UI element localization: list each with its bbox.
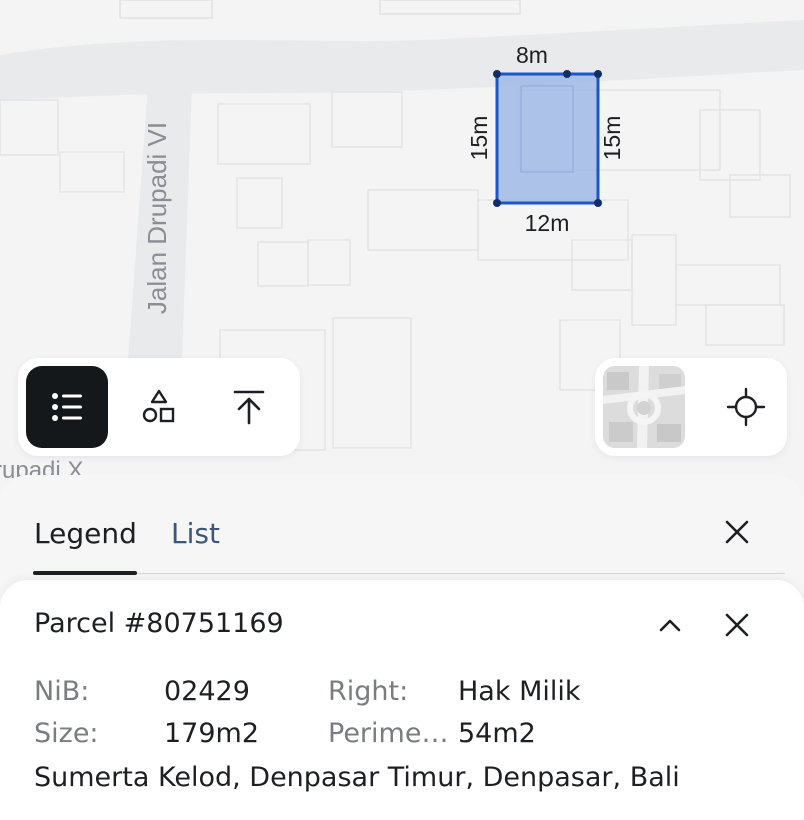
tab-list[interactable]: List — [171, 517, 220, 550]
perimeter-label: Perimeter: — [328, 718, 452, 749]
close-icon — [725, 520, 749, 544]
legend-tool-button[interactable] — [26, 366, 108, 448]
collapse-card-button[interactable] — [653, 608, 687, 642]
size-label: Size: — [34, 718, 99, 749]
tab-legend[interactable]: Legend — [34, 517, 137, 550]
measure-top: 8m — [516, 42, 548, 68]
perimeter-value: 54m2 — [458, 718, 536, 749]
street-label-drupadi-vi: Jalan Drupadi VI — [142, 122, 172, 314]
close-sheet-button[interactable] — [720, 515, 754, 549]
right-label: Right: — [328, 676, 409, 707]
measure-bottom: 12m — [525, 210, 570, 236]
list-icon — [52, 393, 82, 421]
nib-label: NiB: — [34, 676, 90, 707]
measure-right: 15m — [599, 116, 625, 161]
size-value: 179m2 — [164, 718, 260, 749]
chevron-up-icon — [659, 619, 681, 632]
close-card-button[interactable] — [720, 608, 754, 642]
basemap-thumbnail-icon — [603, 366, 685, 448]
parcel-title: Parcel #80751169 — [34, 608, 284, 639]
right-value: Hak Milik — [458, 676, 581, 707]
map-controls — [595, 358, 787, 456]
basemap-thumbnail[interactable] — [603, 366, 685, 448]
crosshair-icon — [726, 387, 766, 427]
shapes-tool-button[interactable] — [118, 366, 200, 448]
tab-divider — [33, 573, 785, 574]
upload-icon — [233, 390, 265, 425]
upload-tool-button[interactable] — [208, 366, 290, 448]
nib-value: 02429 — [164, 676, 250, 707]
measure-left: 15m — [466, 116, 492, 161]
perimeter-label-text: Perimeter: — [328, 718, 452, 749]
tab-active-indicator — [33, 571, 137, 575]
shapes-icon — [142, 389, 175, 423]
parcel-address: Sumerta Kelod, Denpasar Timur, Denpasar,… — [34, 762, 680, 793]
locate-button[interactable] — [705, 366, 787, 448]
map-toolbar — [18, 358, 300, 456]
close-icon — [725, 613, 749, 637]
